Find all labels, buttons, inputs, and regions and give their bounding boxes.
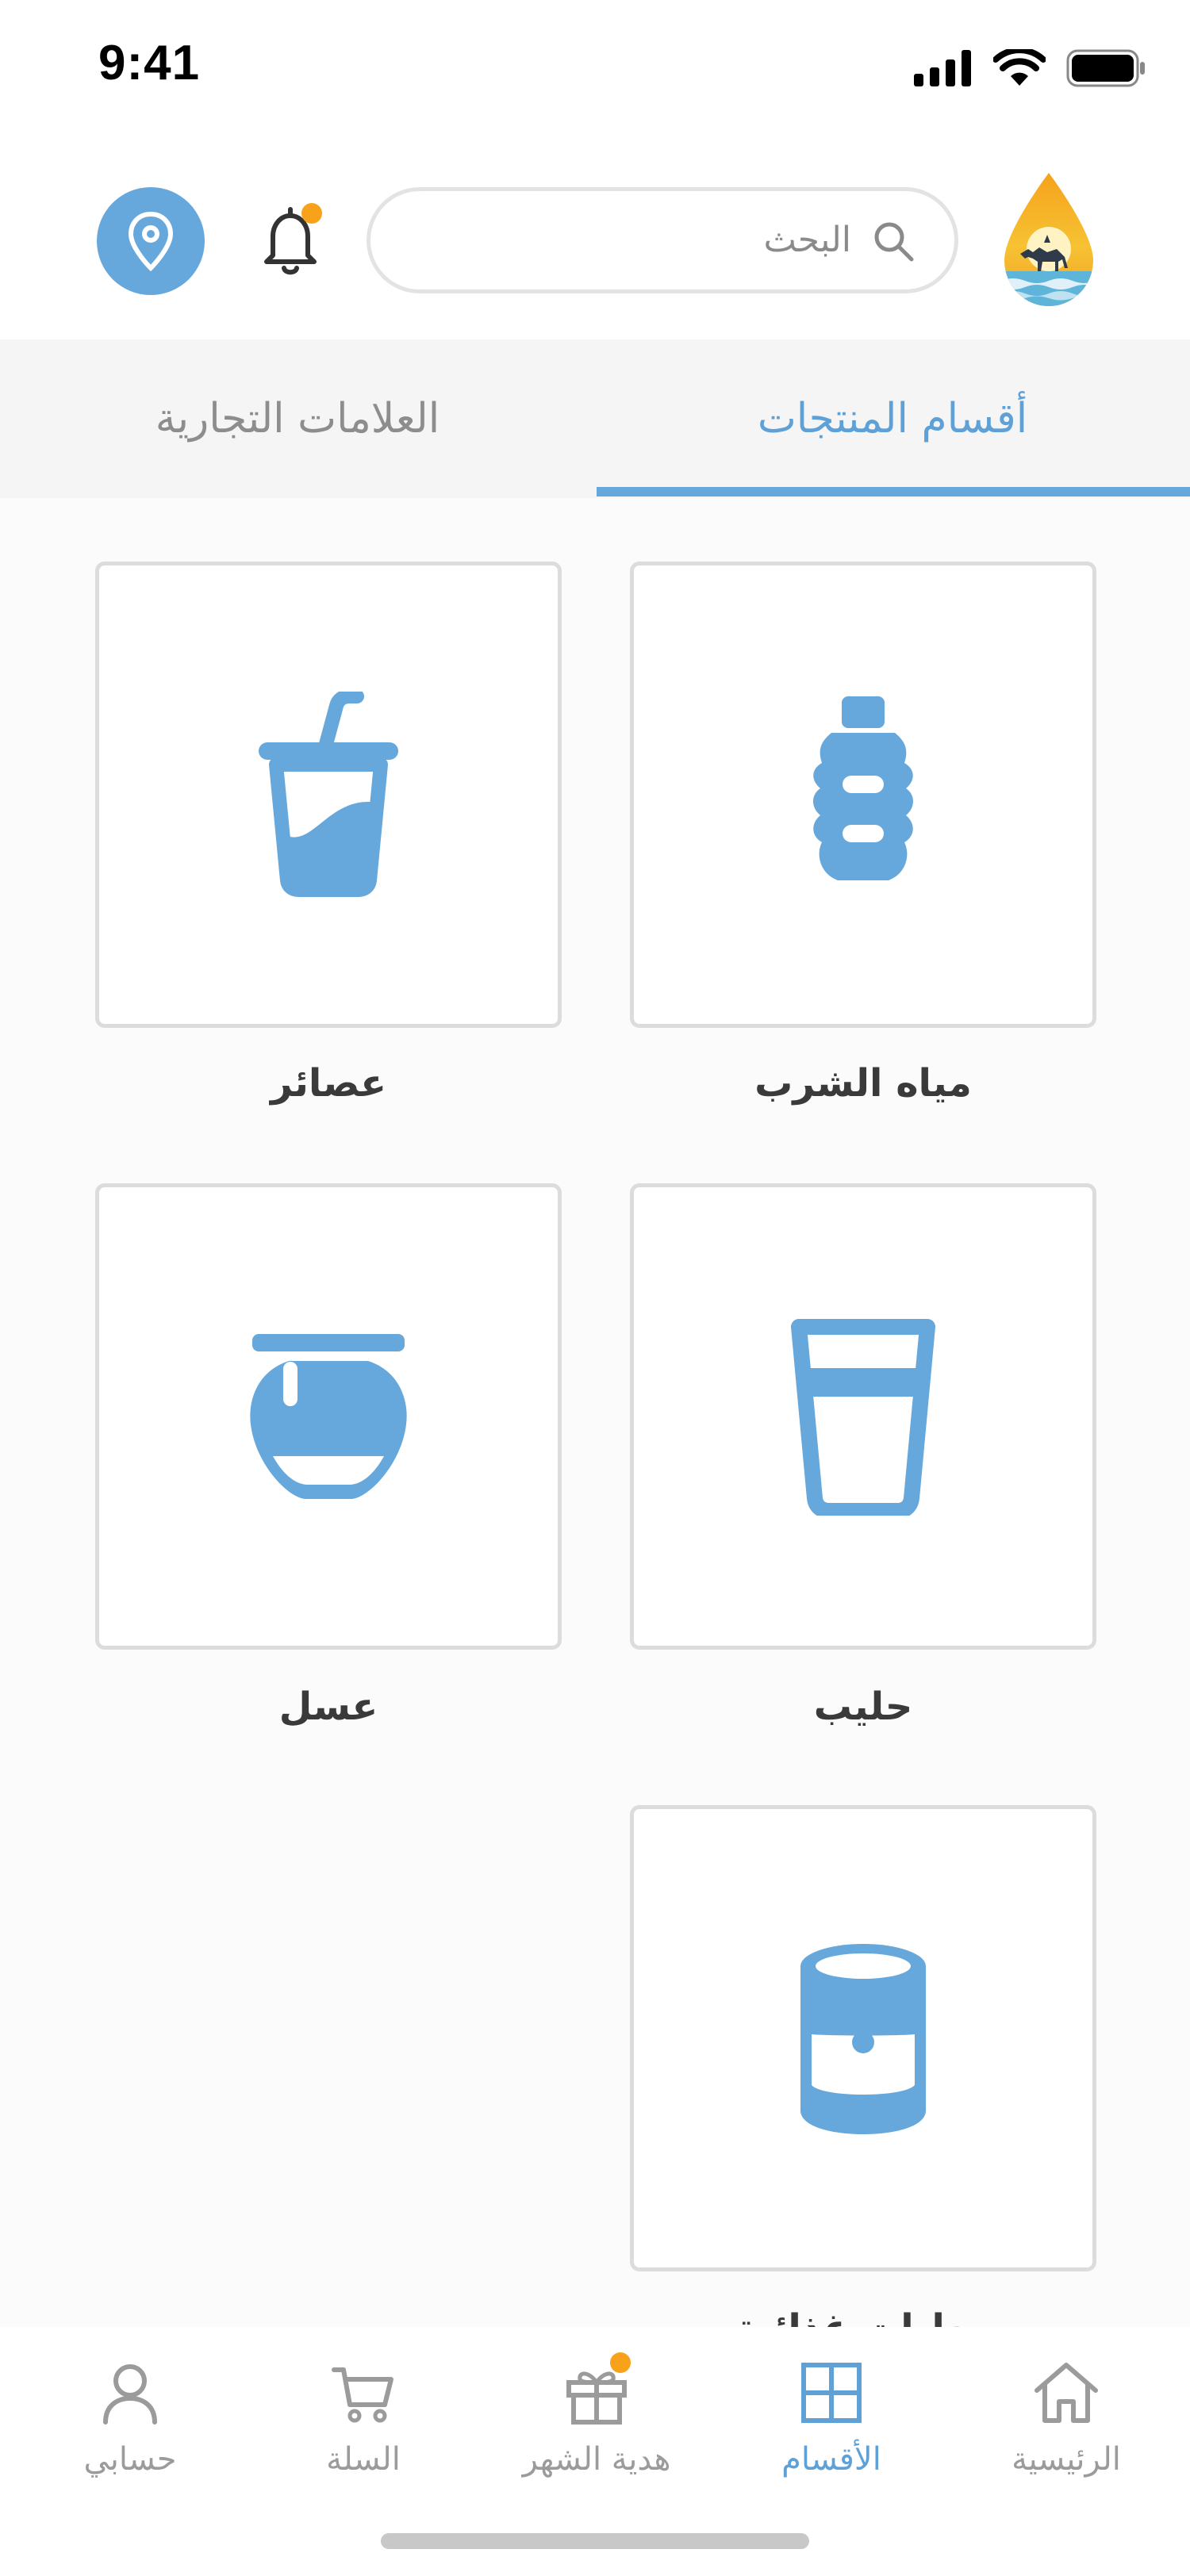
- gift-badge: [610, 2352, 631, 2373]
- tab-products-label: أقسام المنتجات: [757, 395, 1028, 443]
- signal-icon: [914, 50, 971, 86]
- nav-home[interactable]: الرئيسية: [963, 2327, 1169, 2486]
- category-card-juices[interactable]: [95, 562, 562, 1028]
- nav-home-label: الرئيسية: [1012, 2441, 1121, 2478]
- search-icon: [874, 222, 914, 262]
- category-card-milk[interactable]: [630, 1183, 1096, 1650]
- cart-icon: [332, 2367, 393, 2423]
- milk-glass-icon: [791, 1319, 935, 1516]
- location-pin-icon: [128, 211, 174, 271]
- nav-account[interactable]: حسابي: [27, 2327, 233, 2486]
- wifi-icon: [993, 49, 1046, 86]
- tab-products[interactable]: أقسام المنتجات: [595, 339, 1190, 498]
- status-icons: [914, 46, 1146, 90]
- category-card-honey[interactable]: [95, 1183, 562, 1650]
- nav-account-label: حسابي: [83, 2441, 177, 2478]
- category-label: عسل: [278, 1685, 378, 1729]
- active-tab-indicator: [597, 487, 1190, 496]
- category-card-water[interactable]: [630, 562, 1096, 1028]
- nav-cart-label: السلة: [326, 2441, 401, 2478]
- nav-gift-label: هدية الشهر: [522, 2441, 671, 2478]
- location-button[interactable]: [97, 187, 205, 295]
- nav-monthly-gift[interactable]: هدية الشهر: [493, 2327, 700, 2486]
- tab-brands[interactable]: العلامات التجارية: [0, 339, 595, 498]
- water-bottle-icon: [813, 696, 913, 880]
- home-indicator: [381, 2533, 809, 2549]
- gift-icon-wrap: [561, 2352, 632, 2428]
- search-placeholder: البحث: [763, 220, 851, 260]
- grid-icon: [801, 2363, 862, 2423]
- home-icon: [1035, 2363, 1098, 2423]
- notification-badge: [301, 203, 322, 224]
- category-label: حليب: [813, 1685, 913, 1729]
- juice-cup-icon: [259, 692, 398, 897]
- user-icon: [103, 2364, 157, 2425]
- search-bar[interactable]: البحث: [367, 187, 958, 293]
- nav-cart[interactable]: السلة: [260, 2327, 466, 2486]
- nav-categories-label: الأقسام: [781, 2441, 881, 2478]
- app-logo: [1004, 173, 1093, 306]
- canned-food-icon: [800, 1944, 926, 2134]
- tab-brands-label: العلامات التجارية: [155, 395, 440, 443]
- category-label: مياه الشرب: [754, 1061, 972, 1106]
- tabs: أقسام المنتجات العلامات التجارية: [0, 339, 1190, 498]
- nav-categories[interactable]: الأقسام: [728, 2327, 935, 2486]
- status-time: 9:41: [98, 36, 201, 90]
- honey-jar-icon: [250, 1334, 407, 1499]
- category-card-canned-food[interactable]: [630, 1805, 1096, 2271]
- category-label: عصائر: [271, 1061, 386, 1106]
- battery-icon: [1066, 49, 1145, 87]
